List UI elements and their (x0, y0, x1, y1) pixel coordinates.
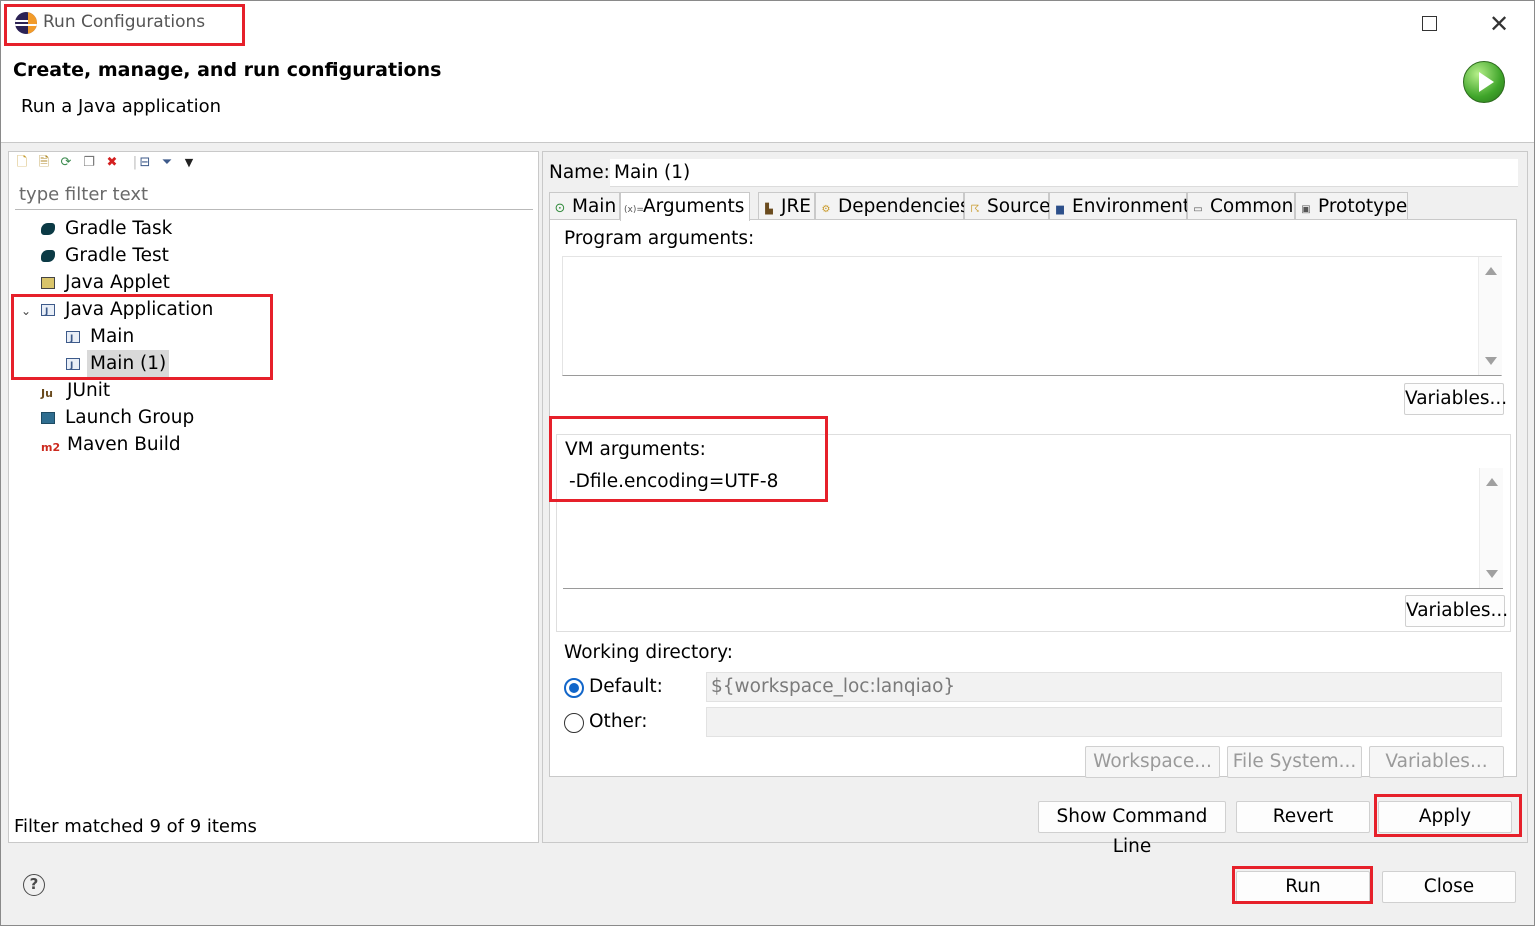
default-directory-field: ${workspace_loc:lanqiao} (706, 672, 1502, 702)
main-tab-icon: ⊙ (554, 201, 566, 216)
prototype-tab-icon: ▣ (1301, 204, 1311, 215)
working-directory-group: Working directory: Default: ${workspace_… (556, 638, 1511, 778)
scroll-up-icon[interactable] (1485, 267, 1497, 275)
vm-arguments-group: VM arguments: -Dfile.encoding=UTF-8 Vari… (556, 434, 1511, 632)
apply-button[interactable]: Apply (1378, 801, 1512, 833)
java-application-icon (66, 353, 80, 380)
program-arguments-field[interactable] (562, 256, 1502, 376)
view-menu-icon[interactable]: ▼ (181, 155, 197, 171)
gradle-icon (41, 250, 55, 262)
tree-item-java-application[interactable]: ⌄Java Application (21, 296, 216, 326)
vm-arguments-label: VM arguments: (565, 439, 706, 460)
arguments-tab-icon: (x)= (624, 205, 644, 215)
tree-item-gradle-task[interactable]: Gradle Task (41, 215, 175, 242)
delete-icon[interactable]: ✖ (104, 155, 120, 171)
other-label: Other: (589, 711, 648, 732)
program-arguments-label: Program arguments: (564, 228, 755, 249)
tab-prototype[interactable]: ▣ Prototype (1295, 192, 1408, 220)
default-radio[interactable] (564, 678, 584, 698)
java-application-icon (66, 326, 80, 353)
gradle-icon (41, 223, 55, 235)
filter-status: Filter matched 9 of 9 items (14, 816, 257, 837)
name-label: Name: (549, 162, 610, 183)
tab-common[interactable]: ▭ Common (1187, 192, 1295, 220)
export-icon[interactable]: ⟳ (58, 155, 74, 171)
run-button[interactable]: Run (1236, 871, 1370, 903)
tab-main[interactable]: ⊙ Main (549, 192, 620, 220)
configurations-toolbar: 🗋 🗎 ⟳ ❐ ✖ | ⊟ ⏷ ▼ (9, 152, 538, 176)
dependencies-tab-icon: ⚙ (821, 204, 831, 215)
window-title: Run Configurations (43, 12, 206, 32)
tab-source[interactable]: ☈ Source (964, 192, 1051, 220)
tab-dependencies[interactable]: ⚙ Dependencies (815, 192, 970, 220)
tab-environment[interactable]: ▆ Environment (1049, 192, 1190, 220)
workspace-button[interactable]: Workspace... (1085, 746, 1220, 778)
scroll-down-icon[interactable] (1485, 357, 1497, 365)
tree-item-main-1[interactable]: Main (1) (66, 350, 170, 380)
program-arguments-group: Program arguments: Variables... (556, 226, 1511, 430)
show-command-line-button[interactable]: Show Command Line (1038, 801, 1226, 857)
other-directory-field[interactable] (706, 707, 1502, 737)
vm-arguments-variables-button[interactable]: Variables... (1405, 595, 1508, 627)
header-subtitle: Run a Java application (21, 96, 222, 117)
filter-input[interactable] (15, 180, 533, 210)
configuration-editor: Name: ⊙Main (x)=Arguments ▙JRE ⚙Dependen… (542, 151, 1528, 857)
maven-icon: m2 (41, 441, 61, 454)
junit-icon: Ju (41, 387, 53, 400)
default-label: Default: (589, 676, 663, 697)
name-field[interactable] (610, 159, 1518, 187)
run-configurations-dialog: Run Configurations ✕ Create, manage, and… (0, 0, 1535, 926)
scroll-down-icon[interactable] (1486, 570, 1498, 578)
duplicate-icon[interactable]: ❐ (81, 155, 97, 171)
tab-arguments[interactable]: (x)=Arguments (620, 192, 750, 221)
common-tab-icon: ▭ (1193, 204, 1203, 215)
collapse-all-icon[interactable]: ⊟ (137, 155, 153, 171)
tab-jre[interactable]: ▙ JRE (758, 192, 815, 220)
working-directory-label: Working directory: (564, 642, 733, 663)
filter-icon[interactable]: ⏷ (159, 155, 175, 171)
source-tab-icon: ☈ (970, 204, 980, 215)
new-configuration-icon[interactable]: 🗋 (14, 155, 30, 171)
file-system-button[interactable]: File System... (1227, 746, 1362, 778)
java-application-icon (41, 299, 55, 326)
tree-item-main[interactable]: Main (66, 323, 137, 353)
run-banner-icon (1463, 61, 1505, 103)
new-prototype-icon[interactable]: 🗎 (36, 155, 52, 171)
maximize-icon (1421, 16, 1437, 31)
configurations-panel: 🗋 🗎 ⟳ ❐ ✖ | ⊟ ⏷ ▼ Gradle Task Gradle Tes… (8, 151, 539, 843)
tree-item-gradle-test[interactable]: Gradle Test (41, 242, 172, 269)
maximize-button[interactable] (1415, 11, 1443, 37)
other-radio[interactable] (564, 713, 584, 733)
close-window-button[interactable]: ✕ (1485, 11, 1513, 37)
header-title: Create, manage, and run configurations (13, 59, 442, 81)
arguments-tab-content: Program arguments: Variables... VM argum… (549, 219, 1517, 778)
revert-button[interactable]: Revert (1236, 801, 1370, 833)
close-button[interactable]: Close (1382, 871, 1516, 903)
editor-tabs: ⊙ Main (x)=Arguments ▙ JRE ⚙ Dependencies ☈… (549, 192, 1517, 221)
launch-group-icon (41, 412, 55, 424)
program-arguments-variables-button[interactable]: Variables... (1404, 383, 1507, 415)
working-directory-variables-button[interactable]: Variables... (1369, 746, 1504, 778)
tree-item-java-applet[interactable]: Java Applet (41, 269, 173, 296)
environment-tab-icon: ▆ (1056, 204, 1064, 215)
chevron-down-icon[interactable]: ⌄ (21, 298, 41, 325)
dialog-header: Create, manage, and run configurations R… (1, 45, 1534, 143)
vm-arguments-scrollbar[interactable] (1479, 468, 1503, 588)
java-applet-icon (41, 277, 55, 289)
jre-tab-icon: ▙ (765, 204, 773, 215)
help-icon[interactable]: ? (23, 874, 45, 896)
eclipse-icon (15, 12, 37, 34)
vm-arguments-field[interactable]: -Dfile.encoding=UTF-8 (563, 467, 1503, 589)
tree-item-launch-group[interactable]: Launch Group (41, 404, 197, 431)
scroll-up-icon[interactable] (1486, 478, 1498, 486)
title-bar: Run Configurations ✕ (1, 1, 1534, 45)
program-arguments-scrollbar[interactable] (1478, 257, 1502, 375)
tree-item-junit[interactable]: Ju JUnit (41, 377, 113, 404)
tree-item-maven-build[interactable]: m2 Maven Build (41, 431, 184, 458)
